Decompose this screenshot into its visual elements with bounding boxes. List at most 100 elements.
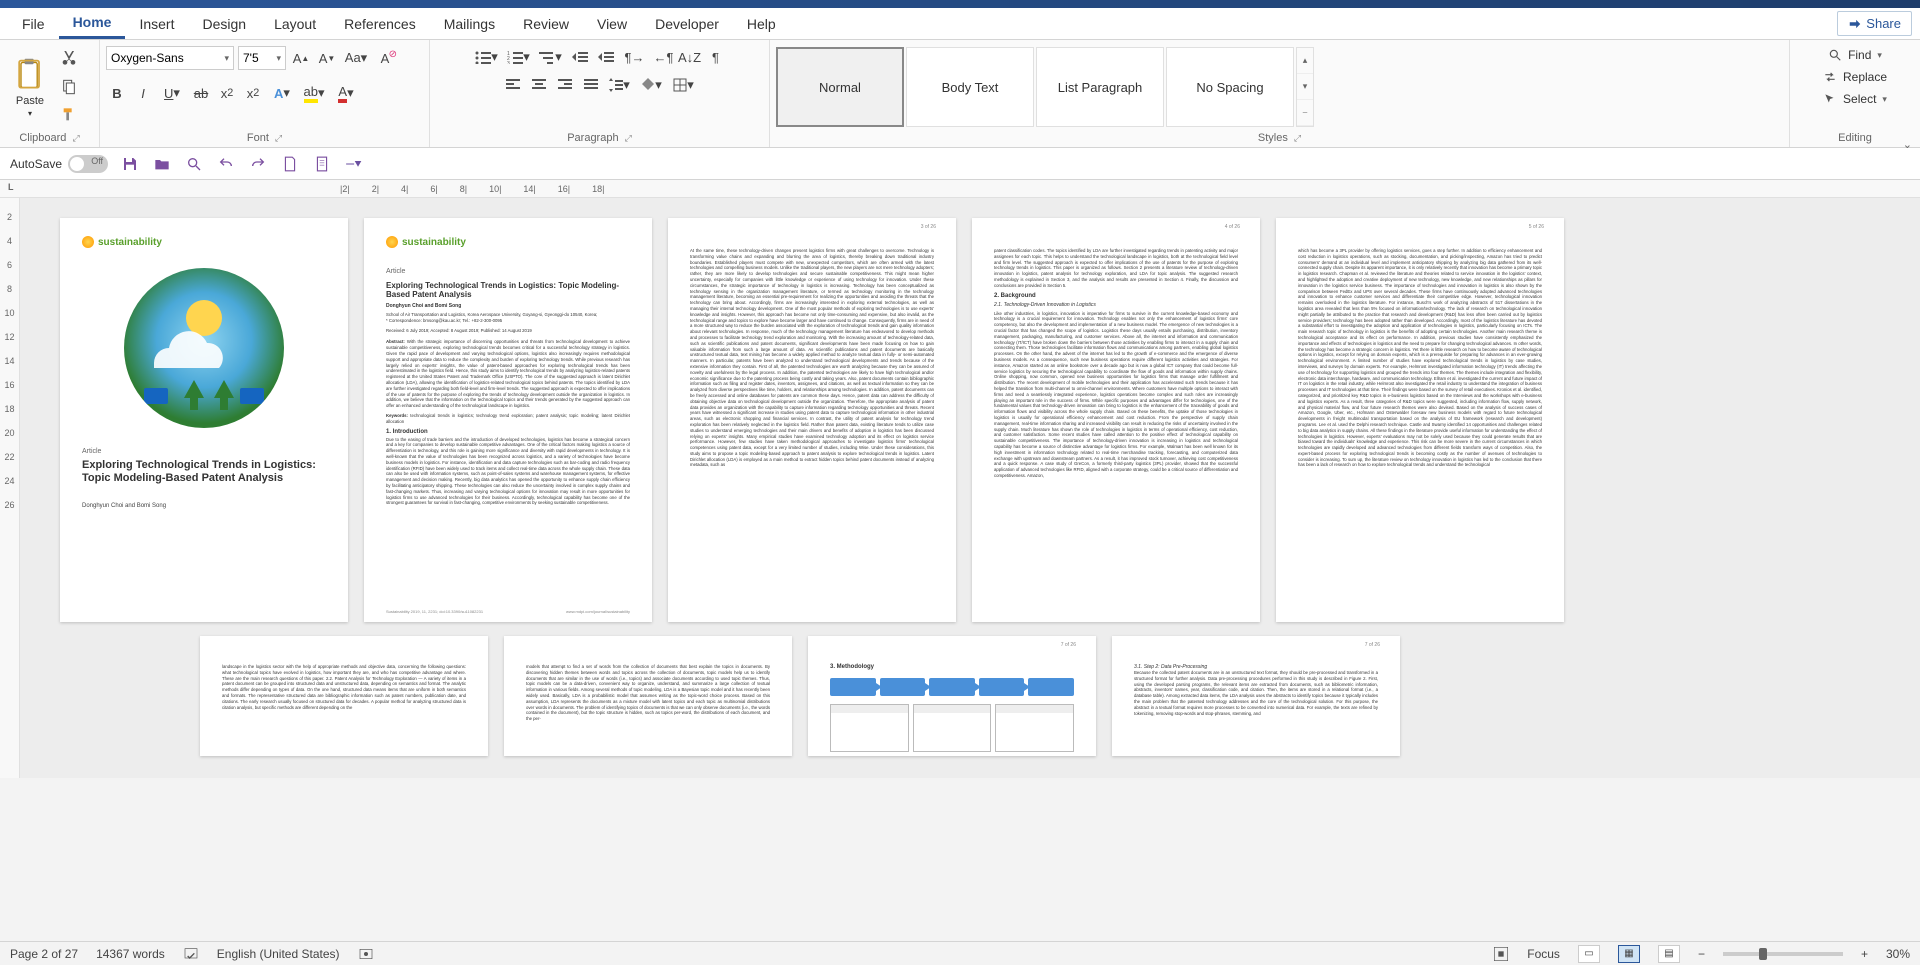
focus-mode[interactable]: Focus <box>1527 947 1560 961</box>
show-marks-button[interactable]: ¶ <box>705 46 727 68</box>
tab-home[interactable]: Home <box>59 8 126 39</box>
document-area[interactable]: 2468101214161820222426 sustainability Ar… <box>0 198 1920 778</box>
view-print-button[interactable]: ▦ <box>1618 945 1640 963</box>
page-1[interactable]: sustainability Article Exploring Technol… <box>60 218 348 622</box>
focus-icon[interactable] <box>1493 946 1509 962</box>
style-body-text[interactable]: Body Text <box>906 47 1034 127</box>
macro-rec-icon[interactable] <box>358 946 374 962</box>
replace-button[interactable]: Replace <box>1819 68 1891 86</box>
tab-layout[interactable]: Layout <box>260 10 330 38</box>
bullets-button[interactable]: ▾ <box>473 46 501 68</box>
borders-button[interactable]: ▾ <box>670 74 698 96</box>
paste-button[interactable]: Paste ▾ <box>6 55 54 120</box>
spellcheck-icon[interactable] <box>183 946 199 962</box>
shrink-font-button[interactable]: A▼ <box>316 47 338 69</box>
select-button[interactable]: Select▾ <box>1819 90 1891 108</box>
redo-button[interactable] <box>248 154 268 174</box>
style-no-spacing[interactable]: No Spacing <box>1166 47 1294 127</box>
decrease-indent-button[interactable] <box>569 46 591 68</box>
page-8[interactable]: 7 of 26 3. Methodology <box>808 636 1096 756</box>
replace-icon <box>1823 70 1837 84</box>
page-2[interactable]: sustainability Article Exploring Technol… <box>364 218 652 622</box>
zoom-level[interactable]: 30% <box>1886 947 1910 961</box>
zoom-in-button[interactable]: + <box>1861 947 1868 961</box>
underline-button[interactable]: U▾ <box>158 82 186 104</box>
subscript-button[interactable]: x2 <box>216 82 238 104</box>
zoom-slider[interactable] <box>1723 952 1843 956</box>
page-view-button[interactable] <box>312 154 332 174</box>
align-center-button[interactable] <box>528 74 550 96</box>
style-normal[interactable]: Normal <box>776 47 904 127</box>
text-effects-button[interactable]: A▾ <box>268 82 296 104</box>
numbering-button[interactable]: 123▾ <box>505 46 533 68</box>
tab-review[interactable]: Review <box>509 10 583 38</box>
bold-button[interactable]: B <box>106 82 128 104</box>
status-page[interactable]: Page 2 of 27 <box>10 947 78 961</box>
sort-button[interactable]: A↓Z <box>679 46 701 68</box>
autosave-toggle[interactable]: Off <box>68 155 108 173</box>
undo-button[interactable] <box>216 154 236 174</box>
tab-references[interactable]: References <box>330 10 430 38</box>
strikethrough-button[interactable]: ab <box>190 82 212 104</box>
paragraph-launcher[interactable]: ⤢ <box>625 133 632 144</box>
page-3[interactable]: 3 of 26 At the same time, these technolo… <box>668 218 956 622</box>
justify-button[interactable] <box>580 74 602 96</box>
line-spacing-button[interactable]: ▾ <box>606 74 634 96</box>
zoom-out-button[interactable]: − <box>1698 947 1705 961</box>
page-6[interactable]: landscape in the logistics sector with t… <box>200 636 488 756</box>
tab-help[interactable]: Help <box>733 10 790 38</box>
align-left-button[interactable] <box>502 74 524 96</box>
find-button[interactable]: Find▾ <box>1824 46 1886 64</box>
clipboard-launcher[interactable]: ⤢ <box>72 133 79 144</box>
multilevel-list-button[interactable]: ▾ <box>537 46 565 68</box>
tab-view[interactable]: View <box>583 10 641 38</box>
tab-design[interactable]: Design <box>188 10 260 38</box>
styles-gallery-more[interactable]: ▴▾⎯ <box>1296 47 1314 127</box>
italic-button[interactable]: I <box>132 82 154 104</box>
superscript-button[interactable]: x2 <box>242 82 264 104</box>
new-button[interactable] <box>280 154 300 174</box>
share-button[interactable]: Share <box>1837 11 1912 36</box>
style-list-paragraph[interactable]: List Paragraph <box>1036 47 1164 127</box>
view-web-button[interactable]: ▤ <box>1658 945 1680 963</box>
increase-indent-button[interactable] <box>595 46 617 68</box>
horizontal-ruler[interactable]: L |2| 2| 4| 6| 8| 10| 14| 16| 18| <box>0 180 1920 198</box>
open-button[interactable] <box>152 154 172 174</box>
tab-developer[interactable]: Developer <box>641 10 733 38</box>
change-case-button[interactable]: Aa▾ <box>342 47 370 69</box>
grow-font-button[interactable]: A▲ <box>290 47 312 69</box>
redo-icon <box>250 156 266 172</box>
numbering-icon: 123 <box>507 50 523 64</box>
align-right-button[interactable] <box>554 74 576 96</box>
tab-insert[interactable]: Insert <box>125 10 188 38</box>
vertical-ruler[interactable]: 2468101214161820222426 <box>0 198 20 778</box>
font-color-button[interactable]: A▾ <box>332 82 360 104</box>
tab-file[interactable]: File <box>8 10 59 38</box>
qat-customize-button[interactable]: ⎯▾ <box>344 154 364 174</box>
find-qat-button[interactable] <box>184 154 204 174</box>
font-name-combo[interactable]: Oxygen-Sans▾ <box>106 46 234 70</box>
share-icon <box>1848 17 1862 31</box>
highlight-button[interactable]: ab▾ <box>300 82 328 104</box>
save-button[interactable] <box>120 154 140 174</box>
view-read-button[interactable]: ▭ <box>1578 945 1600 963</box>
page-5[interactable]: 5 of 26 which has become a 3PL provider … <box>1276 218 1564 622</box>
font-size-combo[interactable]: 7'5▾ <box>238 46 286 70</box>
tab-mailings[interactable]: Mailings <box>430 10 509 38</box>
clear-formatting-button[interactable]: A⊘ <box>374 47 396 69</box>
status-words[interactable]: 14367 words <box>96 947 165 961</box>
font-launcher[interactable]: ⤢ <box>275 133 282 144</box>
background-heading: 2. Background <box>994 293 1238 299</box>
page-9[interactable]: 7 of 26 3.1. Step 2: Data Pre-Processing… <box>1112 636 1400 756</box>
format-painter-button[interactable] <box>58 104 80 126</box>
status-language[interactable]: English (United States) <box>217 947 340 961</box>
article-label: Article <box>82 448 326 455</box>
page-7[interactable]: models that attempt to find a set of wor… <box>504 636 792 756</box>
rtl-button[interactable]: ←¶ <box>653 46 675 68</box>
cut-button[interactable] <box>58 48 80 70</box>
ltr-button[interactable]: ¶→ <box>621 46 649 68</box>
copy-button[interactable] <box>58 76 80 98</box>
shading-button[interactable]: ▾ <box>638 74 666 96</box>
page-4[interactable]: 4 of 26 patent classification codes. The… <box>972 218 1260 622</box>
styles-launcher[interactable]: ⤢ <box>1294 133 1301 144</box>
